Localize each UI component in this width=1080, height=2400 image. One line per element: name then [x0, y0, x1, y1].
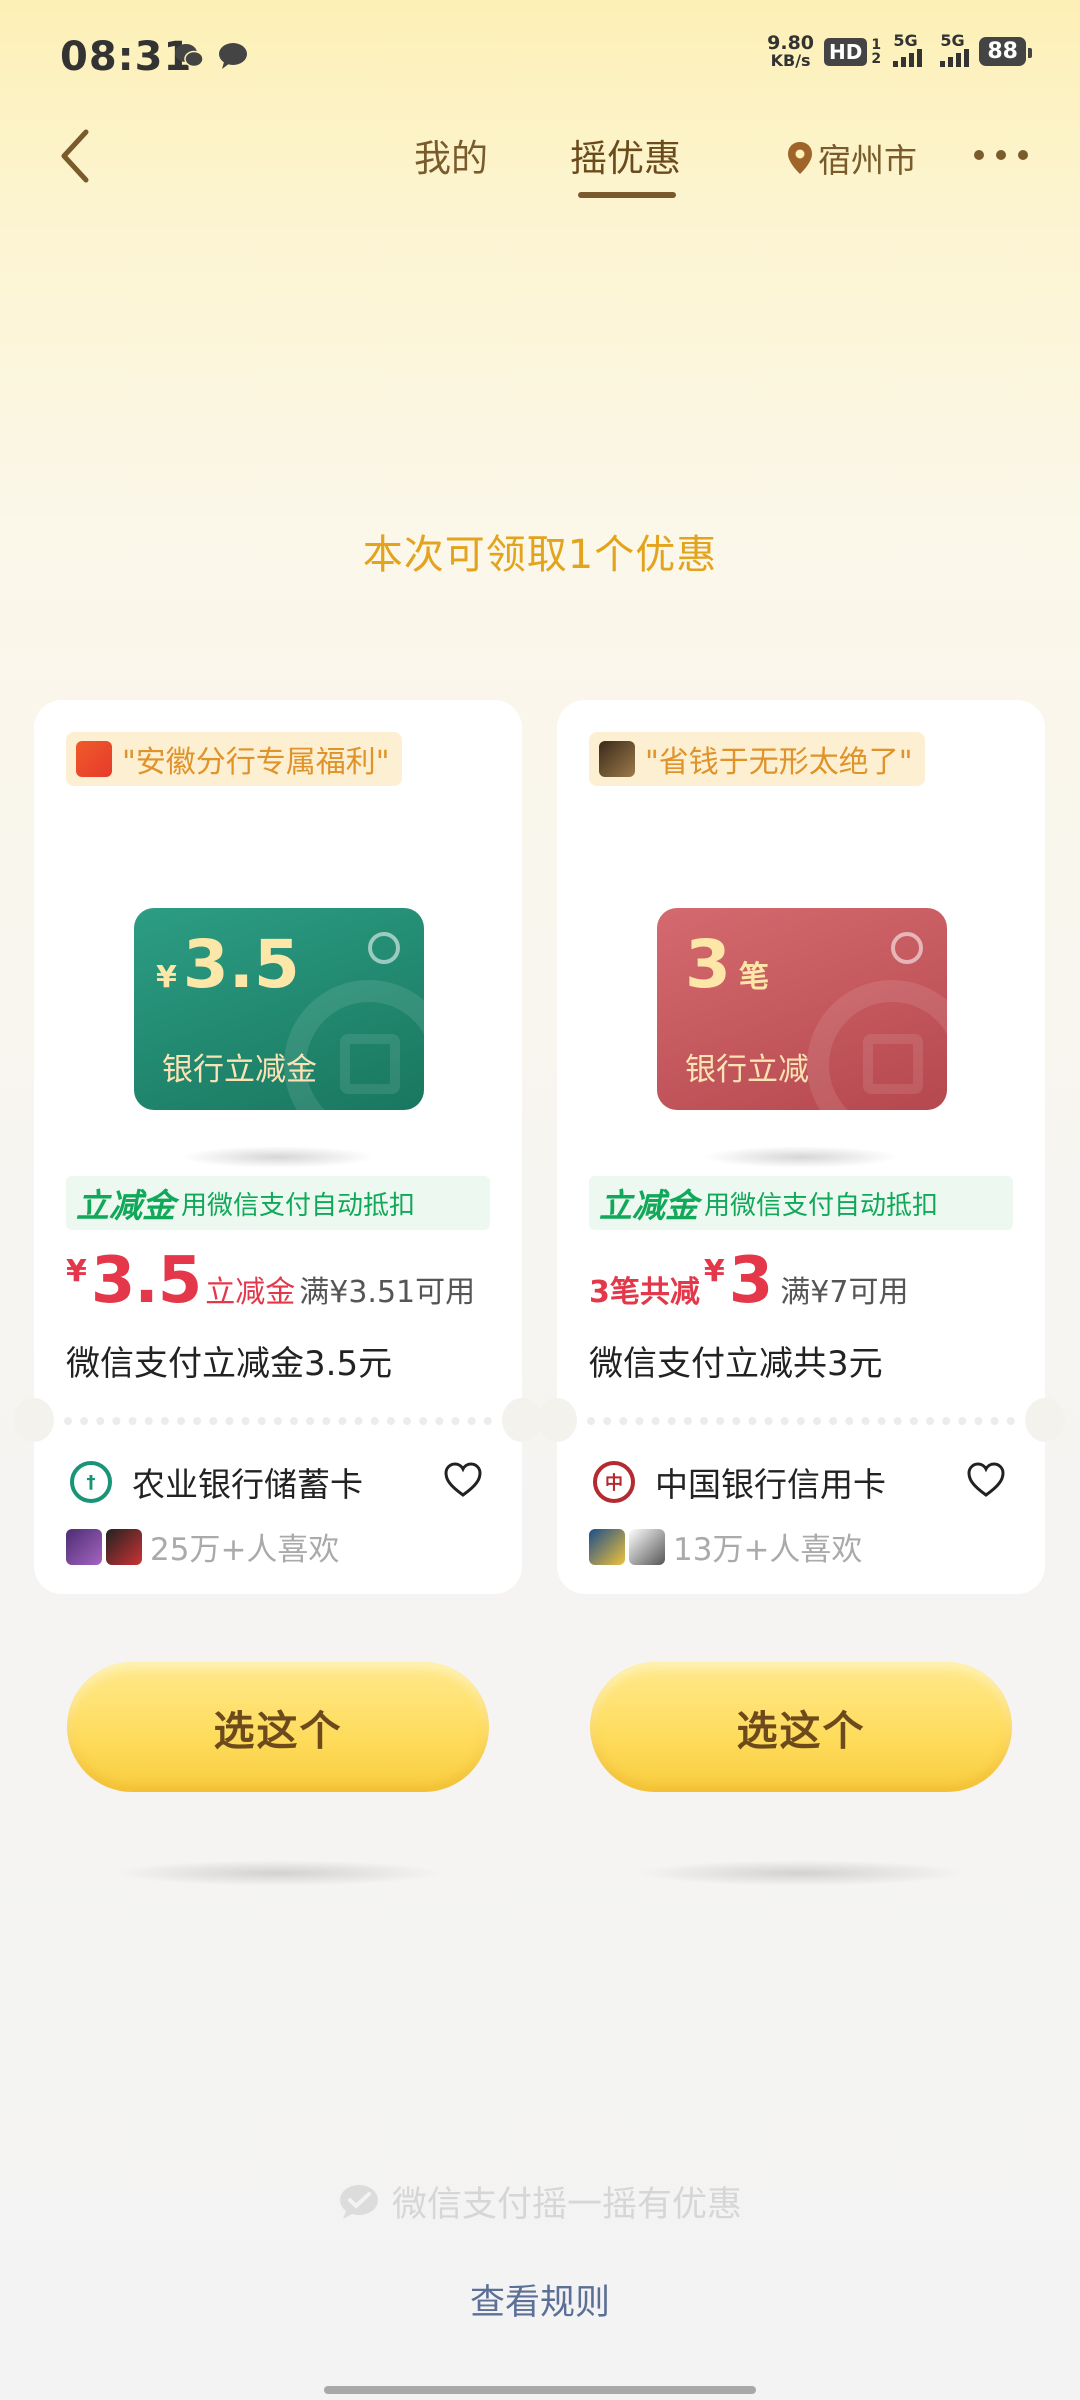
active-tab-indicator — [578, 192, 676, 198]
offer-count-headline: 本次可领取1个优惠 — [362, 532, 718, 578]
tab-shake-offers[interactable]: 摇优惠 — [570, 128, 681, 182]
boc-logo-icon — [891, 932, 923, 964]
price-row: 3笔共减 ¥ 3 满¥7可用 — [589, 1244, 909, 1318]
offer-description: 微信支付立减共3元 — [589, 1344, 883, 1384]
wechat-pay-icon — [339, 2184, 378, 2219]
avatar — [106, 1528, 142, 1565]
footer-brand-text: 微信支付摇一摇有优惠 — [391, 2185, 742, 2225]
footer-brand: 微信支付摇一摇有优惠 — [0, 2176, 1080, 2227]
coupon-card-image: ¥ 3.5 银行立减金 — [134, 908, 424, 1110]
favorite-heart-icon[interactable] — [444, 1462, 482, 1498]
avatar — [66, 1528, 102, 1565]
likes-row: 13万+人喜欢 — [589, 1524, 862, 1569]
message-notification-icon — [219, 43, 247, 69]
select-offer-1-button[interactable]: 选这个 — [67, 1662, 489, 1792]
signal-5g-2-icon: 5G — [940, 31, 970, 67]
card-shadow — [703, 1146, 899, 1168]
offer-description: 微信支付立减金3.5元 — [66, 1344, 393, 1384]
boc-bank-icon: 中 — [593, 1461, 635, 1503]
benefit-bar: 立减金 用微信支付自动抵扣 — [66, 1176, 490, 1230]
bank-name: 中国银行信用卡 — [655, 1465, 886, 1504]
more-options-button[interactable] — [974, 150, 1028, 160]
avatar — [589, 1528, 625, 1565]
back-button[interactable] — [52, 126, 100, 186]
select-offer-2-button[interactable]: 选这个 — [590, 1662, 1012, 1792]
dotted-divider — [587, 1417, 1015, 1425]
tag-thumbnail — [599, 741, 635, 777]
abc-logo-icon — [368, 932, 400, 964]
offer-tag-text: "省钱于无形太绝了" — [645, 745, 913, 780]
wechat-notification-icon — [175, 44, 204, 68]
offer-card[interactable]: "安徽分行专属福利" ¥ 3.5 银行立减金 立减金 用微信支付自动抵扣 ¥ 3… — [14, 700, 542, 1594]
favorite-heart-icon[interactable] — [967, 1462, 1005, 1498]
bank-name: 农业银行储蓄卡 — [132, 1465, 363, 1504]
coupon-card-label: 银行立减 — [685, 1052, 809, 1088]
tab-mine[interactable]: 我的 — [414, 128, 488, 182]
offer-tag: "安徽分行专属福利" — [66, 732, 402, 786]
likes-count: 25万+人喜欢 — [150, 1532, 340, 1568]
tag-thumbnail — [76, 741, 112, 777]
abc-bank-icon: † — [70, 1461, 112, 1503]
network-speed: 9.80 KB/s — [767, 32, 815, 70]
sim-slot-label: 1 2 — [871, 36, 882, 67]
location-selector[interactable]: 宿州市 — [786, 134, 917, 182]
benefit-bar: 立减金 用微信支付自动抵扣 — [589, 1176, 1013, 1230]
offer-card[interactable]: "省钱于无形太绝了" 3 笔 银行立减 立减金 用微信支付自动抵扣 3笔共减 ¥… — [537, 700, 1065, 1594]
button-shadow — [113, 1860, 443, 1886]
offer-tag: "省钱于无形太绝了" — [589, 732, 925, 786]
bank-row: † 农业银行储蓄卡 — [70, 1458, 363, 1506]
status-indicators: 9.80 KB/s HD 1 2 5G 5G 88 — [767, 31, 1032, 70]
home-indicator[interactable] — [324, 2386, 756, 2394]
hd-voice-badge: HD — [824, 37, 868, 66]
price-row: ¥ 3.5 立减金 满¥3.51可用 — [66, 1244, 476, 1318]
view-rules-link[interactable]: 查看规则 — [0, 2274, 1080, 2325]
map-pin-icon — [788, 142, 812, 174]
dotted-divider — [64, 1417, 492, 1425]
offer-tag-text: "安徽分行专属福利" — [122, 745, 390, 780]
card-shadow — [180, 1146, 376, 1168]
coupon-card-image: 3 笔 银行立减 — [657, 908, 947, 1110]
likes-row: 25万+人喜欢 — [66, 1524, 339, 1569]
avatar — [629, 1528, 665, 1565]
button-shadow — [636, 1860, 966, 1886]
battery-indicator: 88 — [979, 37, 1032, 66]
coupon-card-label: 银行立减金 — [162, 1052, 317, 1088]
bank-row: 中 中国银行信用卡 — [593, 1458, 886, 1506]
likes-count: 13万+人喜欢 — [673, 1532, 863, 1568]
status-time: 08:31 — [60, 34, 193, 80]
location-label: 宿州市 — [818, 141, 917, 180]
signal-5g-1-icon: 5G — [893, 31, 923, 67]
